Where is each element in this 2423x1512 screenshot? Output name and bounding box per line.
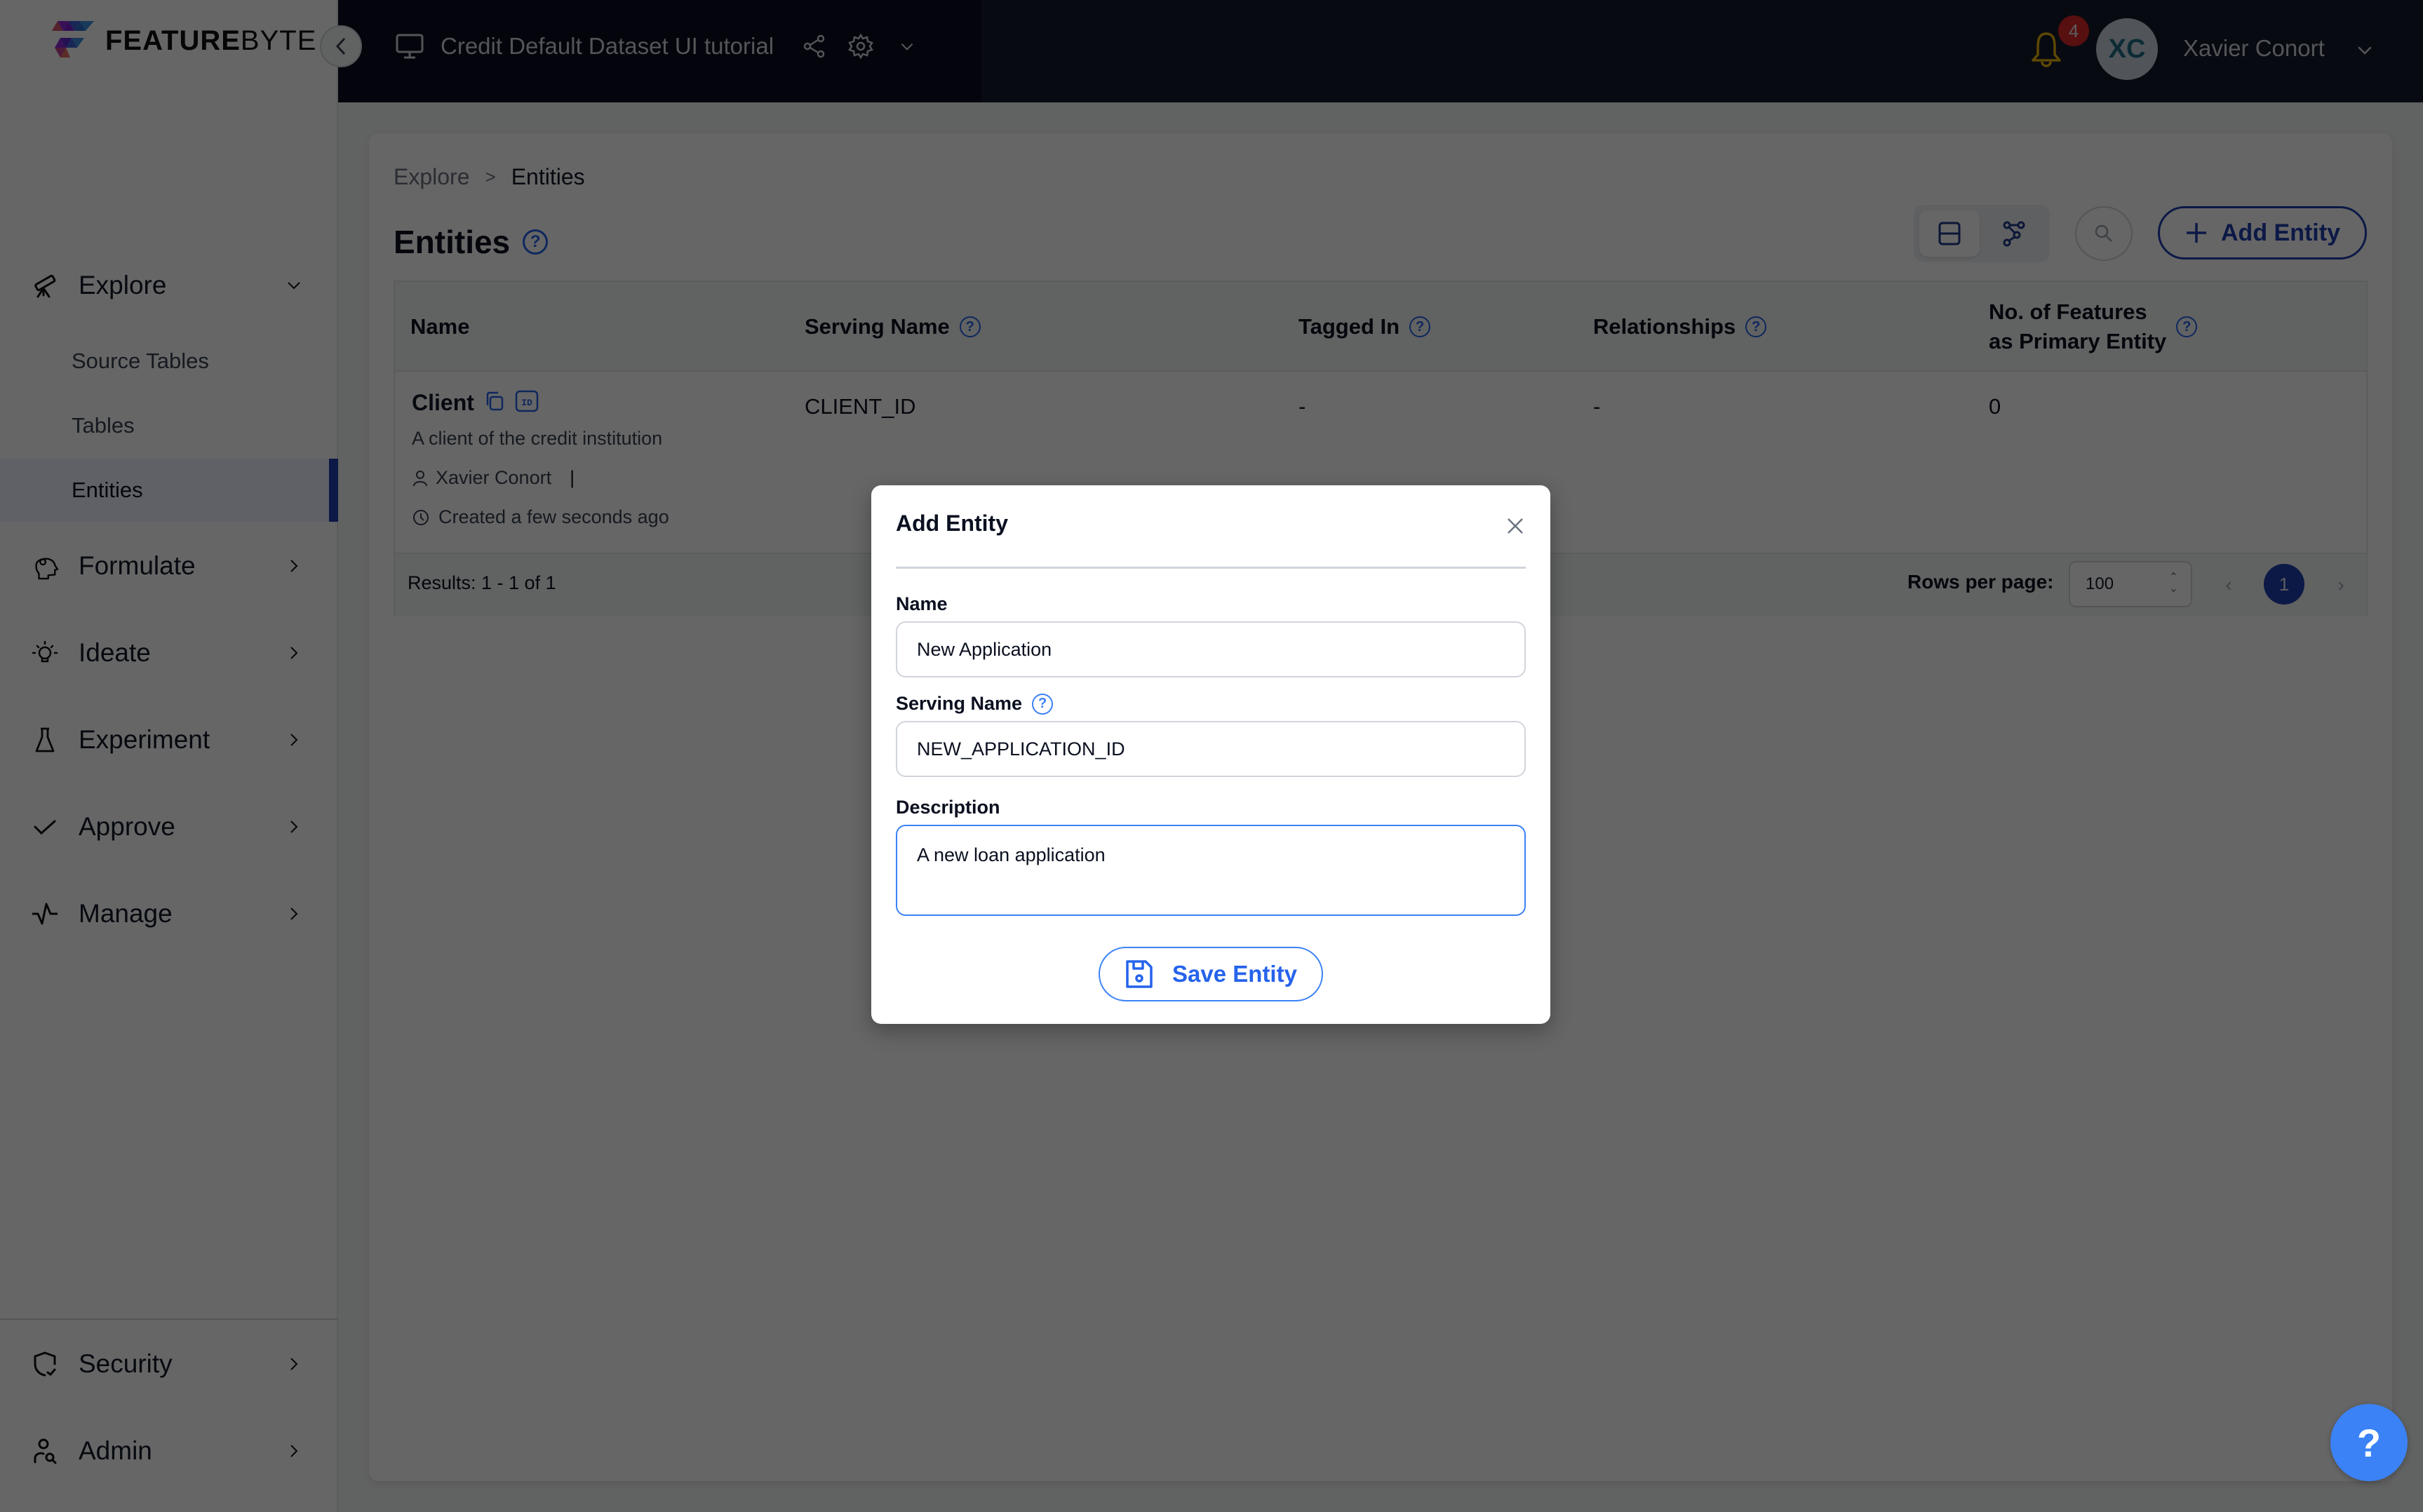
close-button[interactable]	[1503, 513, 1528, 539]
serving-name-label: Serving Name ?	[896, 693, 1054, 715]
serving-name-input[interactable]	[896, 721, 1526, 777]
description-textarea[interactable]: A new loan application	[896, 825, 1526, 916]
add-entity-modal: Add Entity Name Serving Name ? Descripti…	[871, 485, 1550, 1024]
help-circle-icon[interactable]: ?	[1032, 693, 1054, 715]
name-input[interactable]	[896, 621, 1526, 677]
help-fab-button[interactable]: ?	[2330, 1404, 2408, 1481]
modal-divider	[896, 567, 1526, 569]
close-icon	[1508, 518, 1523, 534]
modal-title: Add Entity	[896, 511, 1008, 536]
name-label: Name	[896, 593, 948, 614]
floppy-disk-icon	[1126, 960, 1153, 988]
save-entity-button[interactable]: Save Entity	[1099, 947, 1323, 1001]
description-label: Description	[896, 797, 1000, 818]
